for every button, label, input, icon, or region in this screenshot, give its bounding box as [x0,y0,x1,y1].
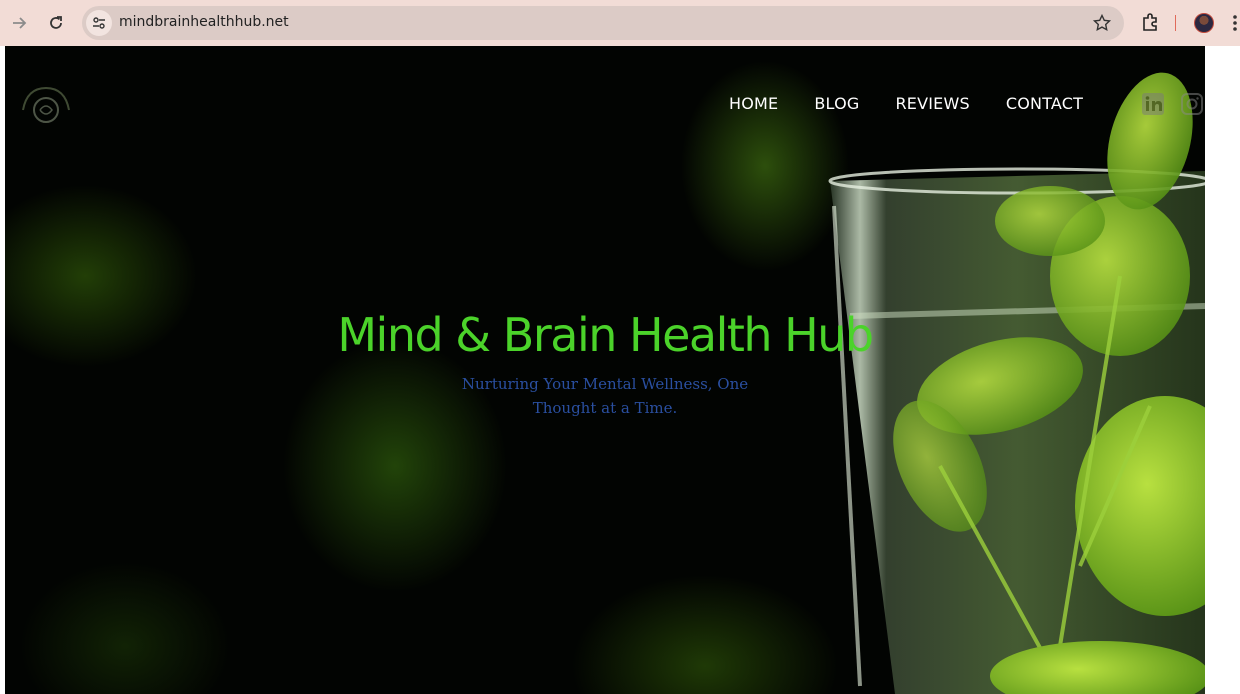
nav-blog-link[interactable]: BLOG [814,94,859,113]
profile-avatar[interactable] [1194,13,1214,33]
address-bar[interactable]: mindbrainhealthhub.net [82,6,1124,40]
nav-home-link[interactable]: HOME [729,94,778,113]
toolbar-divider [1175,15,1176,31]
bookmark-star-icon[interactable] [1092,13,1112,33]
linkedin-icon[interactable] [1141,92,1165,116]
page-right-gutter [1205,46,1240,694]
browser-toolbar: mindbrainhealthhub.net [0,0,1240,46]
hero-title: Mind & Brain Health Hub [337,308,874,362]
hero-subtitle-line1: Nurturing Your Mental Wellness, One [461,375,749,393]
brain-logo-icon[interactable] [17,82,75,126]
forward-arrow-icon[interactable] [8,11,32,35]
glass-with-mint-image [828,72,1205,694]
kebab-menu-icon[interactable] [1230,13,1240,33]
instagram-icon[interactable] [1180,92,1204,116]
site-info-icon[interactable] [86,10,112,36]
hero-subtitle: Nurturing Your Mental Wellness, One Thou… [445,372,765,420]
hero-subtitle-line2: Thought at a Time. [532,399,678,417]
hero-section: HOME BLOG REVIEWS CONTACT Mind & Brain H… [5,46,1205,694]
nav-contact-link[interactable]: CONTACT [1006,94,1083,113]
nav-reviews-link[interactable]: REVIEWS [895,94,969,113]
url-text[interactable]: mindbrainhealthhub.net [119,14,289,30]
reload-icon[interactable] [44,11,68,35]
extensions-puzzle-icon[interactable] [1140,12,1162,34]
main-nav: HOME BLOG REVIEWS CONTACT [729,94,1083,113]
